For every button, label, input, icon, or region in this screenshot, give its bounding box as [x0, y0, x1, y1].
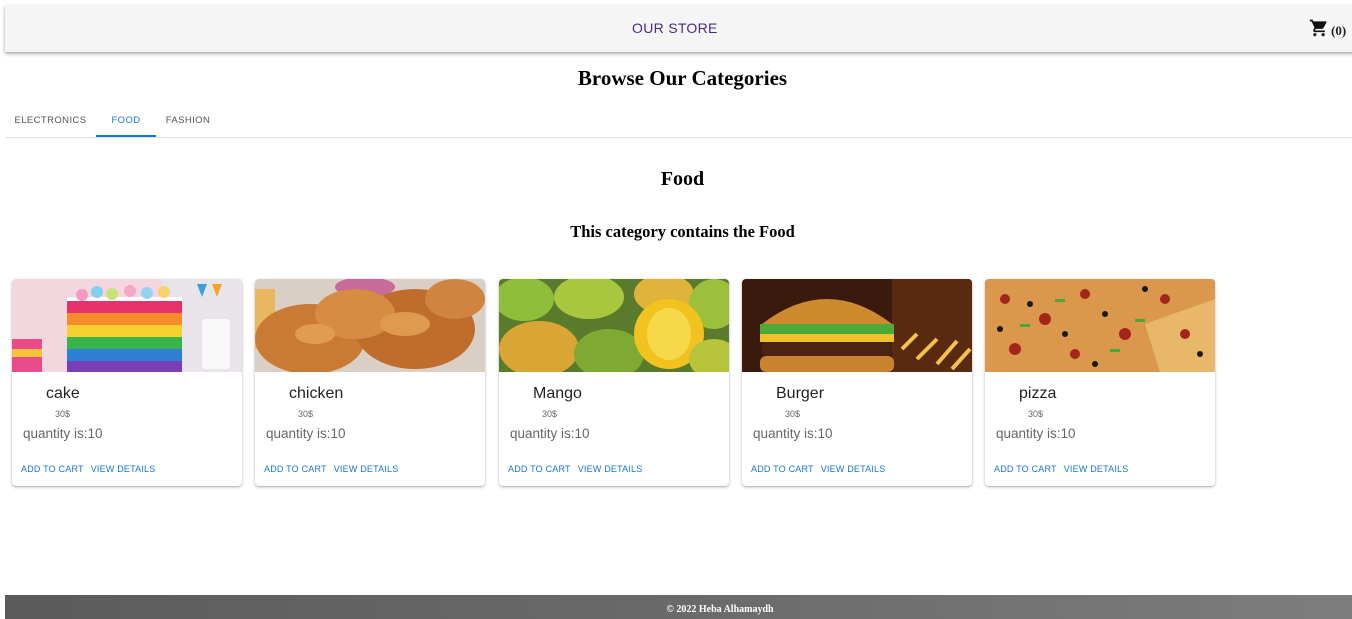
- footer: © 2022 Heba Alhamaydh: [5, 595, 1352, 619]
- cart-button[interactable]: (0): [1309, 18, 1346, 43]
- product-price: 30$: [55, 409, 71, 419]
- category-description: This category contains the Food: [570, 222, 795, 241]
- product-card: Mango 30$ quantity is:10 ADD TO CART VIE…: [499, 279, 729, 486]
- add-to-cart-button[interactable]: ADD TO CART: [751, 464, 814, 474]
- product-card: cake 30$ quantity is:10 ADD TO CART VIEW…: [12, 279, 242, 486]
- product-quantity: quantity is:10: [266, 426, 346, 441]
- product-price: 30$: [542, 409, 558, 419]
- product-image-chicken: [255, 279, 485, 372]
- product-name: Burger: [776, 385, 825, 402]
- product-image-pizza: [985, 279, 1215, 372]
- tab-food[interactable]: FOOD: [96, 104, 156, 137]
- category-tabs: ELECTRONICS FOOD FASHION: [5, 104, 1352, 138]
- product-price: 30$: [785, 409, 801, 419]
- store-title[interactable]: OUR STORE: [632, 20, 718, 36]
- product-price: 30$: [1028, 409, 1044, 419]
- add-to-cart-button[interactable]: ADD TO CART: [994, 464, 1057, 474]
- view-details-button[interactable]: VIEW DETAILS: [578, 464, 643, 474]
- view-details-button[interactable]: VIEW DETAILS: [334, 464, 399, 474]
- add-to-cart-button[interactable]: ADD TO CART: [508, 464, 571, 474]
- view-details-button[interactable]: VIEW DETAILS: [821, 464, 886, 474]
- product-card: Burger 30$ quantity is:10 ADD TO CART VI…: [742, 279, 972, 486]
- product-name: Mango: [533, 385, 582, 402]
- product-card: pizza 30$ quantity is:10 ADD TO CART VIE…: [985, 279, 1215, 486]
- view-details-button[interactable]: VIEW DETAILS: [1064, 464, 1129, 474]
- app-bar: OUR STORE (0): [5, 5, 1352, 52]
- footer-copyright: © 2022 Heba Alhamaydh: [666, 604, 774, 615]
- product-image-burger: [742, 279, 972, 372]
- add-to-cart-button[interactable]: ADD TO CART: [21, 464, 84, 474]
- product-quantity: quantity is:10: [753, 426, 833, 441]
- product-quantity: quantity is:10: [510, 426, 590, 441]
- page-heading: Browse Our Categories: [577, 66, 788, 90]
- product-image-mango: [499, 279, 729, 372]
- product-name: pizza: [1019, 385, 1057, 402]
- product-card: chicken 30$ quantity is:10 ADD TO CART V…: [255, 279, 485, 486]
- category-title: Food: [660, 168, 705, 190]
- product-name: chicken: [289, 385, 344, 402]
- view-details-button[interactable]: VIEW DETAILS: [91, 464, 156, 474]
- product-quantity: quantity is:10: [996, 426, 1076, 441]
- shopping-cart-icon: [1309, 18, 1329, 43]
- product-name: cake: [46, 385, 80, 402]
- tab-electronics[interactable]: ELECTRONICS: [5, 104, 96, 137]
- cart-count: (0): [1331, 22, 1347, 38]
- product-price: 30$: [298, 409, 314, 419]
- add-to-cart-button[interactable]: ADD TO CART: [264, 464, 327, 474]
- product-image-cake: [12, 279, 242, 372]
- tab-fashion[interactable]: FASHION: [156, 104, 220, 137]
- product-quantity: quantity is:10: [23, 426, 103, 441]
